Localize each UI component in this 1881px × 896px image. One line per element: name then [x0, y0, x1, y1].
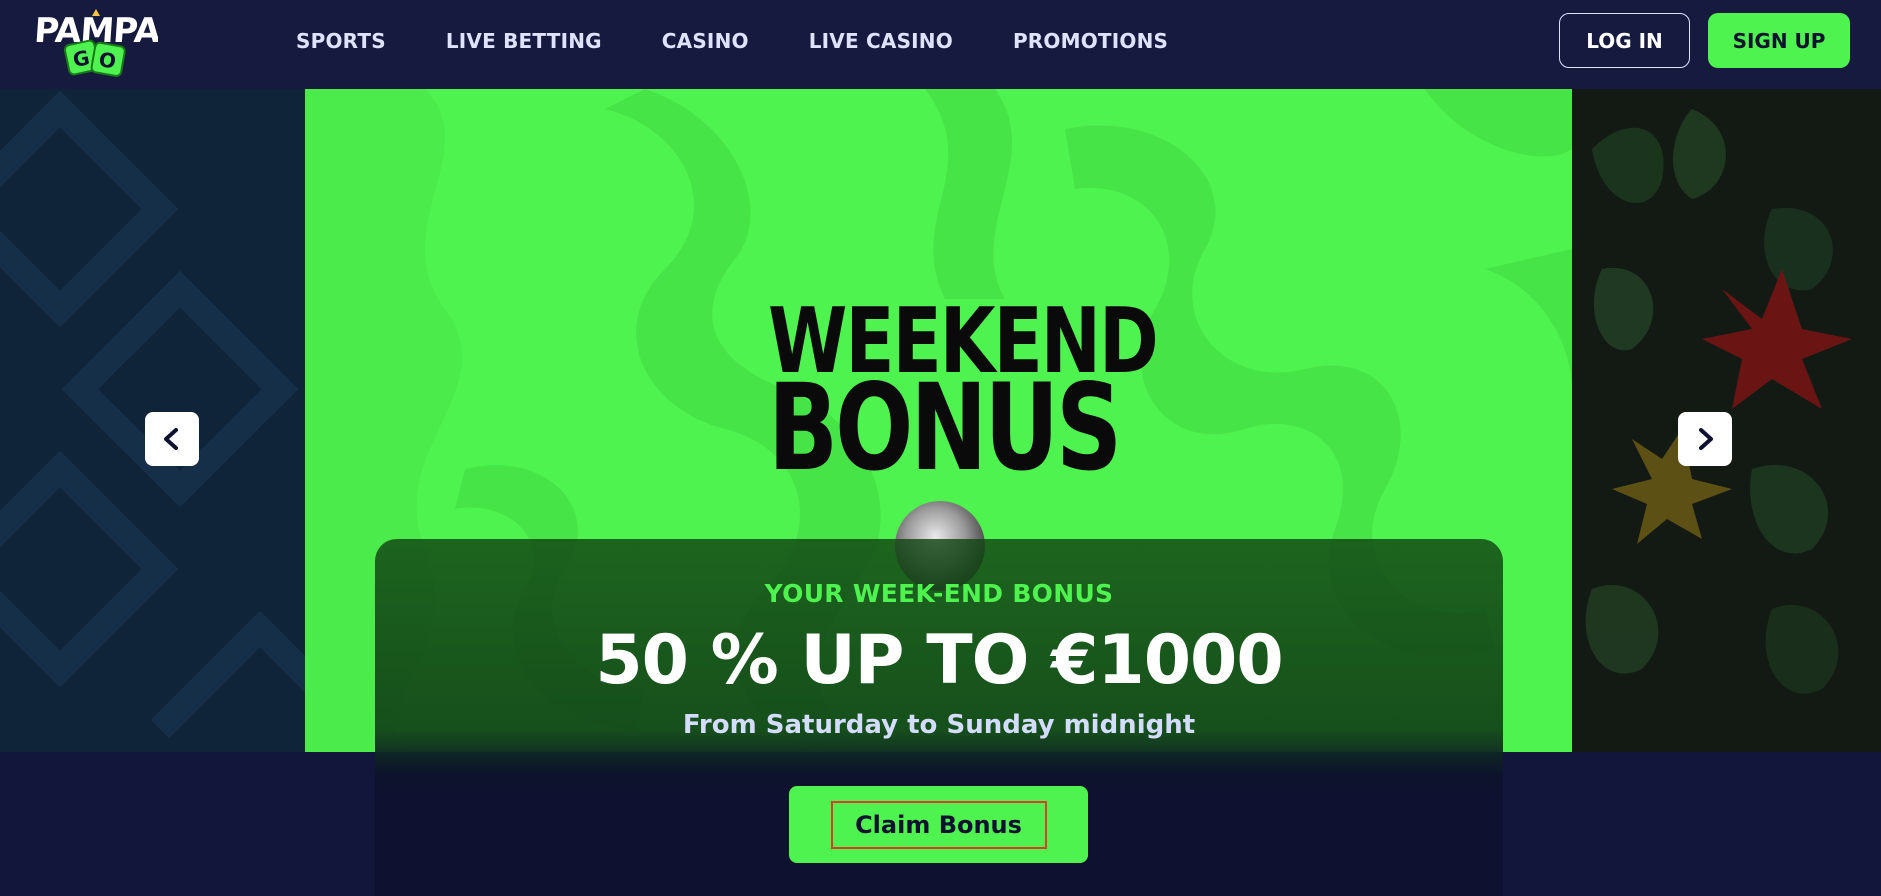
pampago-logo[interactable]: PAMPA G O	[33, 6, 162, 80]
weekend-bonus-title: WEEKEND BONUS	[768, 296, 1159, 488]
promo-headline: 50 % UP TO €1000	[595, 621, 1283, 700]
signup-button[interactable]: SIGN UP	[1708, 13, 1850, 68]
promo-card: YOUR WEEK-END BONUS 50 % UP TO €1000 Fro…	[375, 539, 1503, 896]
nav-live-casino[interactable]: LIVE CASINO	[809, 29, 953, 53]
promo-description: From Saturday to Sunday midnight	[682, 710, 1196, 740]
login-button[interactable]: LOG IN	[1559, 13, 1690, 68]
chevron-left-icon	[164, 428, 178, 450]
nav-sports[interactable]: SPORTS	[296, 29, 386, 53]
nav-promotions[interactable]: PROMOTIONS	[1013, 29, 1168, 53]
nav-casino[interactable]: CASINO	[662, 29, 749, 53]
chevron-right-icon	[1699, 428, 1713, 450]
nav-live-betting[interactable]: LIVE BETTING	[446, 29, 602, 53]
weekend-title-line2: BONUS	[768, 358, 1122, 498]
claim-bonus-button[interactable]: Claim Bonus	[789, 786, 1088, 863]
carousel-prev-button[interactable]	[145, 412, 199, 466]
site-header: PAMPA G O SPORTS LIVE BETTING CASINO LIV…	[0, 0, 1881, 89]
main-nav: SPORTS LIVE BETTING CASINO LIVE CASINO P…	[296, 0, 1168, 82]
promo-subtitle: YOUR WEEK-END BONUS	[764, 579, 1114, 608]
carousel-next-button[interactable]	[1678, 412, 1732, 466]
claim-bonus-label: Claim Bonus	[830, 800, 1047, 849]
